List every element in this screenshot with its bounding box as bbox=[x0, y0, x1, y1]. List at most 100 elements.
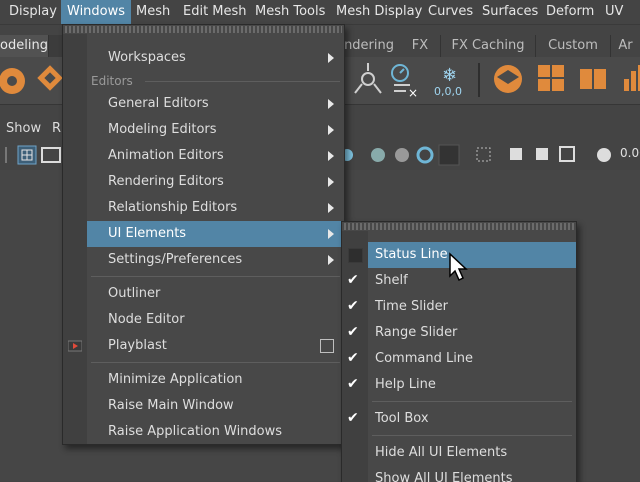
menu-item-status-line[interactable]: Status Line bbox=[368, 242, 576, 268]
menu-item-show-all-ui-elements[interactable]: Show All UI Elements bbox=[342, 466, 576, 482]
exposure-value[interactable]: 0.00 bbox=[620, 146, 640, 160]
svg-text:×: × bbox=[408, 86, 418, 100]
tab-fx-caching[interactable]: FX Caching bbox=[441, 35, 536, 57]
shelf-icon-delete-history[interactable]: × bbox=[391, 64, 418, 100]
menu-item-help-line[interactable]: ✔ Help Line bbox=[342, 372, 576, 398]
isolate-select-icon[interactable] bbox=[476, 147, 491, 162]
menu-windows[interactable]: Windows bbox=[61, 0, 132, 24]
lights-icon[interactable] bbox=[416, 146, 434, 164]
checkmark-icon: ✔ bbox=[347, 324, 359, 340]
menu-item-minimize-application[interactable]: Minimize Application bbox=[63, 367, 344, 393]
xray-icon[interactable] bbox=[510, 148, 522, 160]
option-box[interactable] bbox=[320, 339, 334, 353]
menu-uv[interactable]: UV bbox=[605, 0, 623, 24]
menu-edit-mesh[interactable]: Edit Mesh bbox=[183, 0, 247, 24]
playblast-icon bbox=[68, 340, 82, 352]
menu-curves[interactable]: Curves bbox=[428, 0, 473, 24]
menu-item-raise-main-window[interactable]: Raise Main Window bbox=[63, 393, 344, 419]
submenu-arrow-icon bbox=[328, 203, 334, 213]
menu-item-general-editors[interactable]: General Editors bbox=[63, 91, 344, 117]
submenu-arrow-icon bbox=[328, 125, 334, 135]
menu-item-hide-all-ui-elements[interactable]: Hide All UI Elements bbox=[342, 440, 576, 466]
divider bbox=[91, 276, 340, 277]
menu-item-label: Modeling Editors bbox=[108, 122, 217, 137]
menu-item-animation-editors[interactable]: Animation Editors bbox=[63, 143, 344, 169]
menu-item-time-slider[interactable]: ✔ Time Slider bbox=[342, 294, 576, 320]
shelf-icon-combine[interactable] bbox=[494, 65, 522, 93]
tear-off-handle[interactable] bbox=[65, 26, 342, 33]
menu-item-settings-preferences[interactable]: Settings/Preferences bbox=[63, 247, 344, 273]
divider bbox=[91, 362, 340, 363]
shelf-icon-extrude[interactable] bbox=[580, 69, 606, 89]
menu-item-label: Show All UI Elements bbox=[375, 471, 513, 482]
grid-icon[interactable] bbox=[17, 145, 37, 165]
menu-item-label: Shelf bbox=[375, 273, 408, 288]
menu-item-label: Animation Editors bbox=[108, 148, 224, 163]
tab-rendering[interactable]: ndering bbox=[340, 35, 401, 57]
tab-modeling[interactable]: odeling bbox=[0, 35, 49, 57]
menu-item-label: Time Slider bbox=[375, 299, 449, 314]
menu-mesh[interactable]: Mesh bbox=[136, 0, 170, 24]
main-menubar: Display Windows Mesh Edit Mesh Mesh Tool… bbox=[0, 0, 640, 25]
wireframe-on-shaded-icon[interactable] bbox=[371, 148, 385, 162]
checkmark-icon: ✔ bbox=[347, 272, 359, 288]
freeze-transforms-label: 0,0,0 bbox=[434, 85, 462, 98]
menu-display[interactable]: Display bbox=[9, 0, 57, 24]
shelf-icon-locator[interactable] bbox=[354, 63, 382, 94]
divider bbox=[372, 401, 572, 402]
exposure-icon[interactable] bbox=[597, 148, 611, 162]
menu-item-label: Node Editor bbox=[108, 312, 185, 327]
menu-item-node-editor[interactable]: Node Editor bbox=[63, 307, 344, 333]
windows-menu: Workspaces Editors General Editors Model… bbox=[62, 24, 345, 445]
menu-mesh-display[interactable]: Mesh Display bbox=[336, 0, 422, 24]
shelf-icon-bridge[interactable] bbox=[624, 65, 640, 91]
menu-deform[interactable]: Deform bbox=[546, 0, 594, 24]
menu-surfaces[interactable]: Surfaces bbox=[482, 0, 538, 24]
menu-item-playblast[interactable]: Playblast bbox=[63, 333, 344, 359]
tab-fx[interactable]: FX bbox=[400, 35, 441, 57]
menu-item-relationship-editors[interactable]: Relationship Editors bbox=[63, 195, 344, 221]
menu-item-command-line[interactable]: ✔ Command Line bbox=[342, 346, 576, 372]
menu-item-workspaces[interactable]: Workspaces bbox=[63, 45, 344, 71]
submenu-arrow-icon bbox=[328, 255, 334, 265]
menu-item-range-slider[interactable]: ✔ Range Slider bbox=[342, 320, 576, 346]
menu-item-ui-elements[interactable]: UI Elements bbox=[87, 221, 344, 247]
shelf-icon-torus[interactable] bbox=[0, 68, 25, 94]
divider bbox=[372, 435, 572, 436]
shadows-icon[interactable] bbox=[438, 144, 460, 166]
menu-item-label: Tool Box bbox=[375, 411, 429, 426]
menu-item-label: Hide All UI Elements bbox=[375, 445, 508, 460]
textured-icon[interactable] bbox=[395, 148, 409, 162]
submenu-arrow-icon bbox=[328, 99, 334, 109]
submenu-arrow-icon bbox=[328, 53, 334, 63]
menu-item-modeling-editors[interactable]: Modeling Editors bbox=[63, 117, 344, 143]
tab-custom[interactable]: Custom bbox=[536, 35, 611, 57]
shelf-icon-separate[interactable] bbox=[538, 65, 564, 91]
menu-item-label: General Editors bbox=[108, 96, 209, 111]
menu-item-tool-box[interactable]: ✔ Tool Box bbox=[342, 406, 576, 432]
menu-item-label: Rendering Editors bbox=[108, 174, 224, 189]
tear-off-handle[interactable] bbox=[344, 223, 574, 230]
menu-item-label: UI Elements bbox=[108, 226, 187, 241]
xray-joints-icon[interactable] bbox=[536, 148, 548, 160]
menu-item-rendering-editors[interactable]: Rendering Editors bbox=[63, 169, 344, 195]
menu-item-label: Range Slider bbox=[375, 325, 458, 340]
menu-item-label: Playblast bbox=[108, 338, 167, 353]
menu-item-label: Raise Main Window bbox=[108, 398, 234, 413]
checkmark-icon: ✔ bbox=[347, 376, 359, 392]
resolution-gate-icon[interactable] bbox=[559, 146, 575, 162]
menu-item-label: Workspaces bbox=[108, 50, 186, 65]
film-gate-icon[interactable] bbox=[41, 147, 61, 163]
tab-arnold[interactable]: Ar bbox=[611, 35, 640, 57]
menu-item-label: Help Line bbox=[375, 377, 436, 392]
unchecked-box bbox=[348, 248, 363, 263]
menu-item-outliner[interactable]: Outliner bbox=[63, 281, 344, 307]
menu-item-label: Minimize Application bbox=[108, 372, 243, 387]
menu-mesh-tools[interactable]: Mesh Tools bbox=[255, 0, 325, 24]
shelf-icon-freeze-transforms[interactable]: ❄ 0,0,0 bbox=[434, 65, 462, 98]
menu-item-label: Raise Application Windows bbox=[108, 424, 283, 439]
panel-menu-show[interactable]: Show bbox=[6, 118, 41, 140]
shelf-icon-diamond[interactable] bbox=[37, 65, 63, 91]
panel-menu-renderer[interactable]: R bbox=[52, 118, 61, 140]
menu-item-raise-application-windows[interactable]: Raise Application Windows bbox=[63, 419, 344, 445]
